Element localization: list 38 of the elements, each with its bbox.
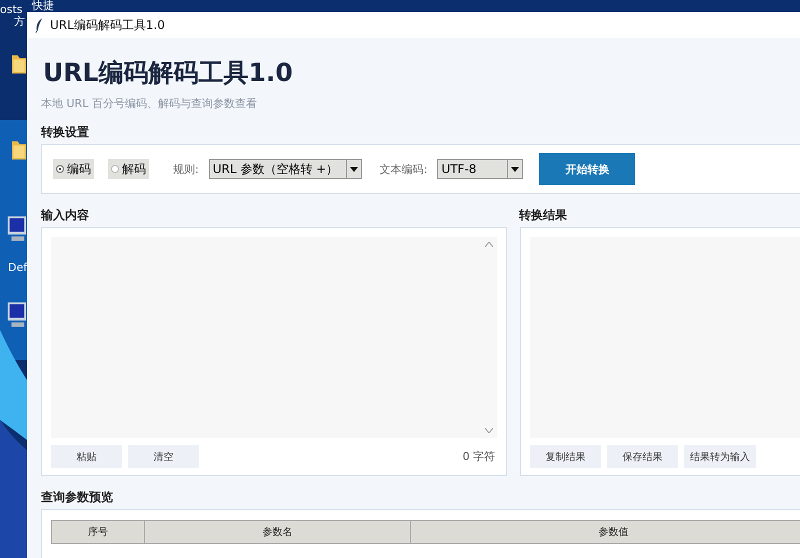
input-text-area[interactable] [51,237,498,438]
feather-icon [35,18,44,32]
radio-button[interactable]: 解码 [108,159,149,179]
column-header[interactable]: 参数值 [411,521,800,543]
action-button[interactable]: 清空 [128,445,199,468]
scroll-up-icon[interactable] [485,242,494,247]
rule-dropdown[interactable]: URL 参数（空格转 +） [208,159,362,179]
section-title: 转换结果 [519,208,568,222]
scrollbar[interactable] [484,240,494,435]
action-button[interactable]: 保存结果 [607,445,678,468]
caret-icon [350,166,358,172]
monitor-icon[interactable] [6,216,26,244]
icon-label: osts [0,4,23,16]
icon-label: 方 [14,16,25,28]
section-title: 输入内容 [41,208,90,222]
field-label: 文本编码: [380,162,428,176]
radio-button[interactable]: 编码 [53,159,94,179]
action-button[interactable]: 粘贴 [51,445,122,468]
action-button[interactable]: 复制结果 [530,445,602,468]
section-title: 查询参数预览 [41,490,114,504]
icon-label: Def [8,262,28,274]
field-label: 规则: [173,162,199,176]
app-subtitle: 本地 URL 百分号编码、解码与查询参数查看 [41,96,258,111]
radio-icon[interactable] [56,165,64,173]
character-count: 0 字符 [462,449,496,464]
encoding-dropdown[interactable]: UTF-8 [437,159,524,179]
app-title: URL编码解码工具1.0 [43,57,294,89]
start-button[interactable]: 开始转换 [539,153,636,185]
icon-label: 快捷 [32,0,54,12]
caret-icon [511,166,520,172]
column-header[interactable]: 序号 [52,521,145,543]
action-button[interactable]: 结果转为输入 [684,445,756,468]
column-header[interactable]: 参数名 [145,521,411,543]
monitor-icon[interactable] [6,302,26,330]
section-title: 转换设置 [41,125,90,139]
window-title: URL编码解码工具1.0 [50,16,165,34]
scroll-down-icon[interactable] [485,428,494,433]
radio-icon[interactable] [111,165,119,173]
